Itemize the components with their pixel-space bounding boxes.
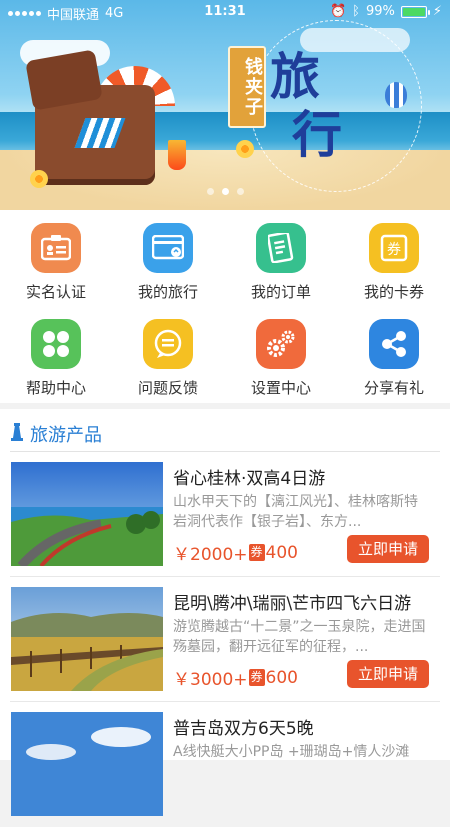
carousel-dot[interactable] bbox=[206, 188, 214, 195]
product-title: 省心桂林·双高4日游 bbox=[173, 469, 326, 489]
feedback-chat-icon bbox=[143, 319, 193, 369]
product-image-phuket bbox=[11, 712, 163, 816]
section-header: 旅游产品 bbox=[10, 421, 102, 447]
lighthouse-icon bbox=[10, 422, 24, 446]
coupon-value: 400 bbox=[265, 542, 298, 563]
flower-icon bbox=[236, 140, 254, 158]
product-card[interactable]: 昆明\腾冲\瑞丽\芒市四飞六日游 游览腾越古“十二景”之一玉泉院，走进国殇墓园，… bbox=[0, 577, 450, 702]
coupon-value: 600 bbox=[265, 667, 298, 688]
product-card[interactable]: 普吉岛双方6天5晚 A线快艇大小PP岛 +珊瑚岛+情人沙滩 bbox=[0, 702, 450, 827]
carousel-dot-active[interactable] bbox=[221, 188, 229, 195]
coupon-icon: 券 bbox=[369, 223, 419, 273]
section-title: 旅游产品 bbox=[30, 425, 102, 446]
menu-item-label: 我的订单 bbox=[250, 283, 311, 301]
feature-grid: 实名认证 我的旅行 我的订单 券 我的卡券 帮助中心 问题反馈 设置中心 分享有… bbox=[0, 210, 450, 403]
id-card-icon bbox=[31, 223, 81, 273]
flower-icon bbox=[30, 170, 48, 188]
apply-now-button[interactable]: 立即申请 bbox=[347, 535, 429, 563]
menu-item-label: 问题反馈 bbox=[137, 379, 198, 397]
bluetooth-icon: ᛒ bbox=[352, 4, 360, 19]
travel-products-section: 旅游产品 省心桂林·双高4日游 山水甲天下的【漓江风光】、桂林喀斯特岩洞代表作【… bbox=[0, 409, 450, 816]
menu-item-label: 我的卡券 bbox=[363, 283, 424, 301]
battery-icon bbox=[400, 5, 430, 18]
menu-item-label: 我的旅行 bbox=[137, 283, 198, 301]
product-description: A线快艇大小PP岛 +珊瑚岛+情人沙滩 bbox=[173, 744, 410, 760]
price-value: ￥2000+ bbox=[173, 545, 248, 565]
menu-item-settings[interactable]: 设置中心 bbox=[225, 306, 337, 398]
menu-item-my-orders[interactable]: 我的订单 bbox=[225, 210, 337, 302]
order-list-icon bbox=[256, 223, 306, 273]
menu-item-share[interactable]: 分享有礼 bbox=[338, 306, 450, 398]
alarm-icon: ⏰ bbox=[329, 4, 347, 19]
product-image-kunming bbox=[11, 587, 163, 691]
battery-percent: 99% bbox=[365, 4, 395, 19]
product-image-guilin bbox=[11, 462, 163, 566]
menu-item-label: 设置中心 bbox=[250, 379, 311, 397]
coupon-badge: 券 bbox=[248, 669, 265, 686]
charging-icon: ⚡ bbox=[432, 4, 442, 19]
coupon-badge: 券 bbox=[248, 544, 265, 561]
product-price: ￥2000+ 券 400 bbox=[173, 540, 298, 566]
menu-item-label: 分享有礼 bbox=[363, 379, 424, 397]
product-description: 游览腾越古“十二景”之一玉泉院，走进国殇墓园，翻开远征军的征程，... bbox=[173, 619, 426, 655]
travel-card-icon bbox=[143, 223, 193, 273]
apply-now-button[interactable]: 立即申请 bbox=[347, 660, 429, 688]
product-card[interactable]: 省心桂林·双高4日游 山水甲天下的【漓江风光】、桂林喀斯特岩洞代表作【银子岩】、… bbox=[0, 452, 450, 577]
brand-tag: 钱夹子 bbox=[228, 46, 266, 128]
promo-banner[interactable]: 钱夹子 旅 行 bbox=[0, 0, 450, 210]
menu-item-feedback[interactable]: 问题反馈 bbox=[112, 306, 224, 398]
banner-title: 旅 行 bbox=[270, 47, 342, 164]
product-description: 山水甲天下的【漓江风光】、桂林喀斯特岩洞代表作【银子岩】、东方... bbox=[173, 494, 418, 530]
help-grid-icon bbox=[31, 319, 81, 369]
menu-item-label: 实名认证 bbox=[25, 283, 86, 301]
svg-text:券: 券 bbox=[387, 242, 401, 258]
cocktail-illustration bbox=[168, 140, 186, 170]
settings-gear-icon bbox=[256, 319, 306, 369]
menu-item-my-travel[interactable]: 我的旅行 bbox=[112, 210, 224, 302]
product-title: 普吉岛双方6天5晚 bbox=[173, 719, 314, 739]
product-title: 昆明\腾冲\瑞丽\芒市四飞六日游 bbox=[173, 594, 412, 614]
status-bar: 中国联通 4G 11:31 ⏰ ᛒ 99% ⚡ bbox=[0, 0, 450, 24]
menu-item-my-coupons[interactable]: 券 我的卡券 bbox=[338, 210, 450, 302]
carousel-dot[interactable] bbox=[236, 188, 244, 195]
carousel-dots bbox=[0, 188, 450, 195]
hot-air-balloon-icon bbox=[385, 82, 407, 108]
price-value: ￥3000+ bbox=[173, 670, 248, 690]
menu-item-help-center[interactable]: 帮助中心 bbox=[0, 306, 112, 398]
product-price: ￥3000+ 券 600 bbox=[173, 665, 298, 691]
share-icon bbox=[369, 319, 419, 369]
menu-item-real-name[interactable]: 实名认证 bbox=[0, 210, 112, 302]
menu-item-label: 帮助中心 bbox=[25, 379, 86, 397]
